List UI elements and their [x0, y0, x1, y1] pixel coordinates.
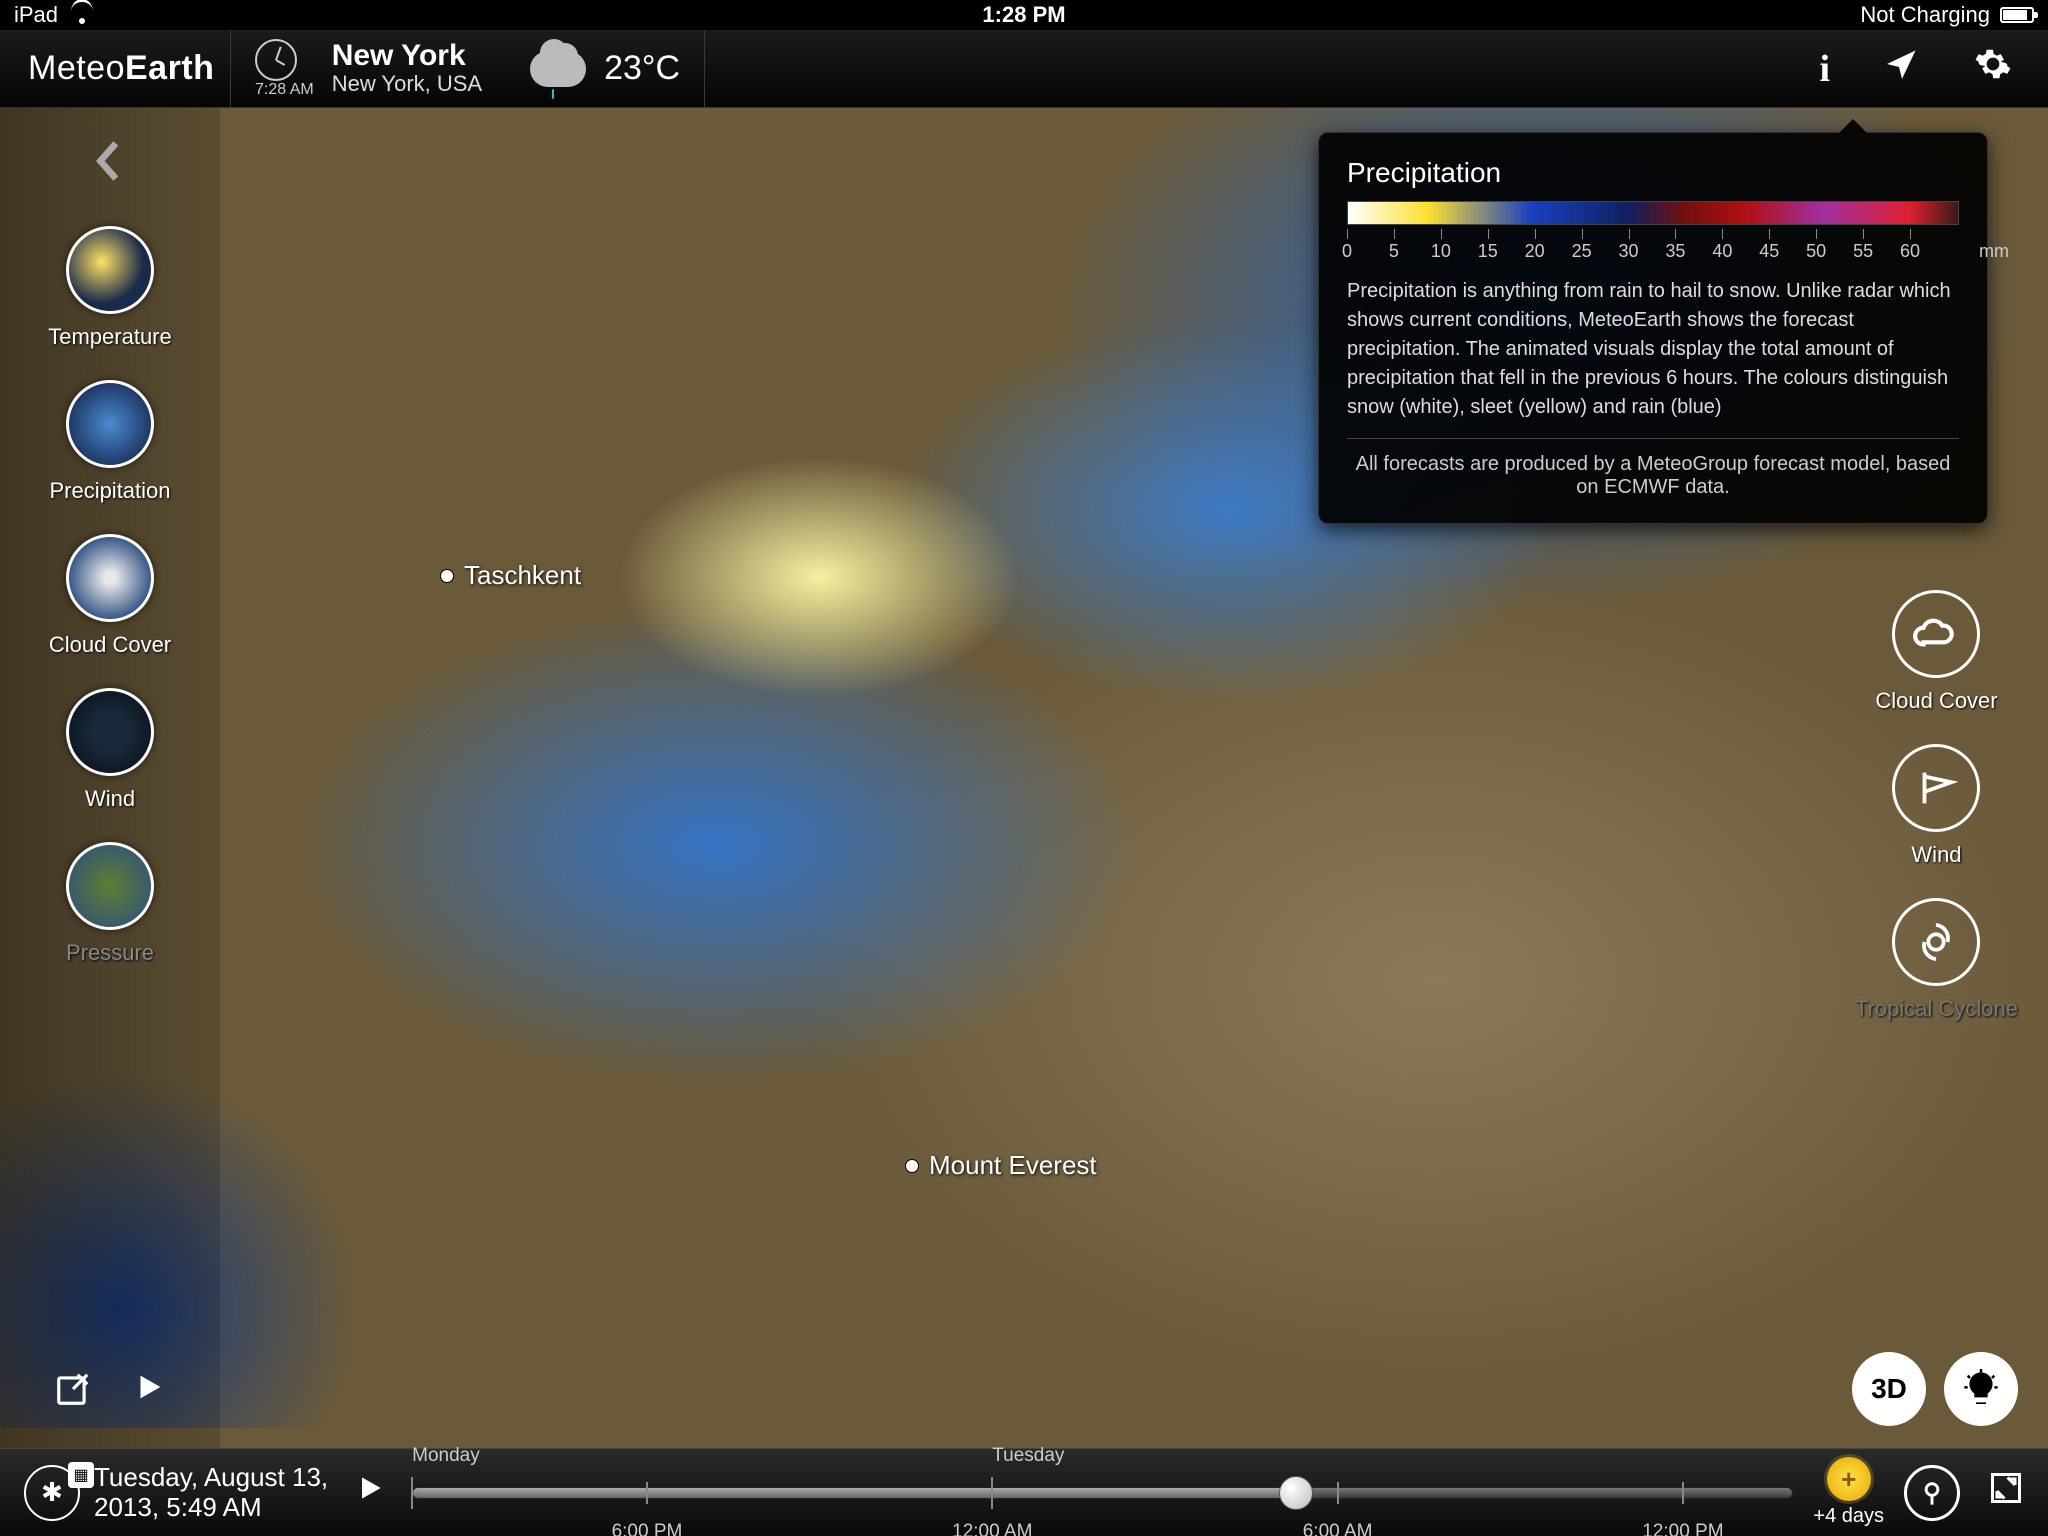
globe-cloud-icon	[66, 534, 154, 622]
overlay-tropical-cyclone[interactable]: Tropical Cyclone	[1855, 898, 2018, 1022]
location-region: New York, USA	[332, 71, 482, 97]
popover-title: Precipitation	[1347, 157, 1959, 189]
globe-precipitation-icon	[66, 380, 154, 468]
globe-pressure-icon	[66, 842, 154, 930]
overlay-label: Tropical Cyclone	[1855, 996, 2018, 1022]
layer-wind[interactable]: Wind	[66, 688, 154, 812]
3d-toggle-button[interactable]: 3D	[1852, 1352, 1926, 1426]
legend-unit: mm	[1979, 241, 2009, 262]
layers-sidebar: Temperature Precipitation Cloud Cover Wi…	[0, 108, 220, 1448]
timeline-slider[interactable]: MondayTuesday6:00 PM12:00 AM6:00 AM12:00…	[412, 1463, 1793, 1523]
extend-forecast-button[interactable]: + +4 days	[1813, 1457, 1884, 1528]
windsock-icon	[1892, 744, 1980, 832]
map-pin-icon	[440, 569, 454, 583]
calendar-badge-icon[interactable]: ▦	[68, 1462, 94, 1488]
layer-label: Cloud Cover	[49, 632, 171, 658]
charging-label: Not Charging	[1860, 2, 1990, 28]
overlay-cloud-cover[interactable]: Cloud Cover	[1875, 590, 1997, 714]
popover-footer: All forecasts are produced by a MeteoGro…	[1347, 438, 1959, 499]
local-time: 7:28 AM	[255, 81, 314, 99]
overlay-wind[interactable]: Wind	[1892, 744, 1980, 868]
header-divider	[704, 30, 705, 108]
location-name: New York	[332, 41, 482, 71]
layer-temperature[interactable]: Temperature	[48, 226, 172, 350]
slider-knob[interactable]	[1279, 1476, 1313, 1510]
share-button[interactable]	[54, 1370, 92, 1418]
globe-wind-icon	[66, 688, 154, 776]
overlay-label: Cloud Cover	[1875, 688, 1997, 714]
popover-description: Precipitation is anything from rain to h…	[1347, 277, 1959, 422]
lighting-toggle-button[interactable]	[1944, 1352, 2018, 1426]
layer-label: Precipitation	[49, 478, 170, 504]
layer-label: Pressure	[66, 940, 154, 966]
location-box[interactable]: 7:28 AM New York New York, USA 23°C	[231, 39, 704, 99]
cloud-icon	[1892, 590, 1980, 678]
timeline-play-button[interactable]	[354, 1471, 386, 1514]
overlay-label: Wind	[1911, 842, 1961, 868]
layer-label: Wind	[85, 786, 135, 812]
layer-pressure[interactable]: Pressure	[66, 842, 154, 966]
layer-precipitation[interactable]: Precipitation	[49, 380, 170, 504]
globe-temperature-icon	[66, 226, 154, 314]
weather-icon	[530, 51, 586, 87]
map-city-label[interactable]: Taschkent	[440, 560, 581, 591]
precipitation-legend	[1347, 201, 1959, 225]
ios-status-bar: iPad 1:28 PM Not Charging	[0, 0, 2048, 30]
timeline-date: Tuesday, August 13, 2013, 5:49 AM	[94, 1463, 328, 1523]
location-pin-button[interactable]	[1904, 1465, 1960, 1521]
cyclone-icon	[1892, 898, 1980, 986]
app-header: MeteoEarth 7:28 AM New York New York, US…	[0, 30, 2048, 108]
settings-button[interactable]	[1974, 45, 2012, 93]
back-button[interactable]	[90, 136, 124, 196]
clock-icon	[255, 39, 297, 81]
info-popover: Precipitation mm 05101520253035404550556…	[1318, 132, 1988, 524]
layer-cloud-cover[interactable]: Cloud Cover	[49, 534, 171, 658]
layer-label: Temperature	[48, 324, 172, 350]
sun-plus-icon: +	[1827, 1457, 1871, 1501]
device-label: iPad	[14, 2, 58, 28]
locate-button[interactable]	[1884, 46, 1920, 92]
map-pin-icon	[905, 1159, 919, 1173]
battery-icon	[2000, 7, 2034, 23]
play-button[interactable]	[132, 1370, 166, 1418]
app-brand: MeteoEarth	[0, 49, 230, 88]
map-poi-label[interactable]: Mount Everest	[905, 1150, 1097, 1181]
fullscreen-button[interactable]	[1988, 1470, 2024, 1515]
info-button[interactable]: i	[1819, 47, 1830, 91]
temperature-value: 23°C	[604, 49, 680, 88]
right-controls: Cloud Cover Wind Tropical Cyclone	[1855, 590, 2018, 1022]
legend-ticks: mm 051015202530354045505560	[1347, 229, 1959, 263]
timeline-bar: ✱ ▦ Tuesday, August 13, 2013, 5:49 AM Mo…	[0, 1448, 2048, 1536]
status-time: 1:28 PM	[982, 2, 1065, 28]
wifi-icon	[70, 6, 94, 24]
